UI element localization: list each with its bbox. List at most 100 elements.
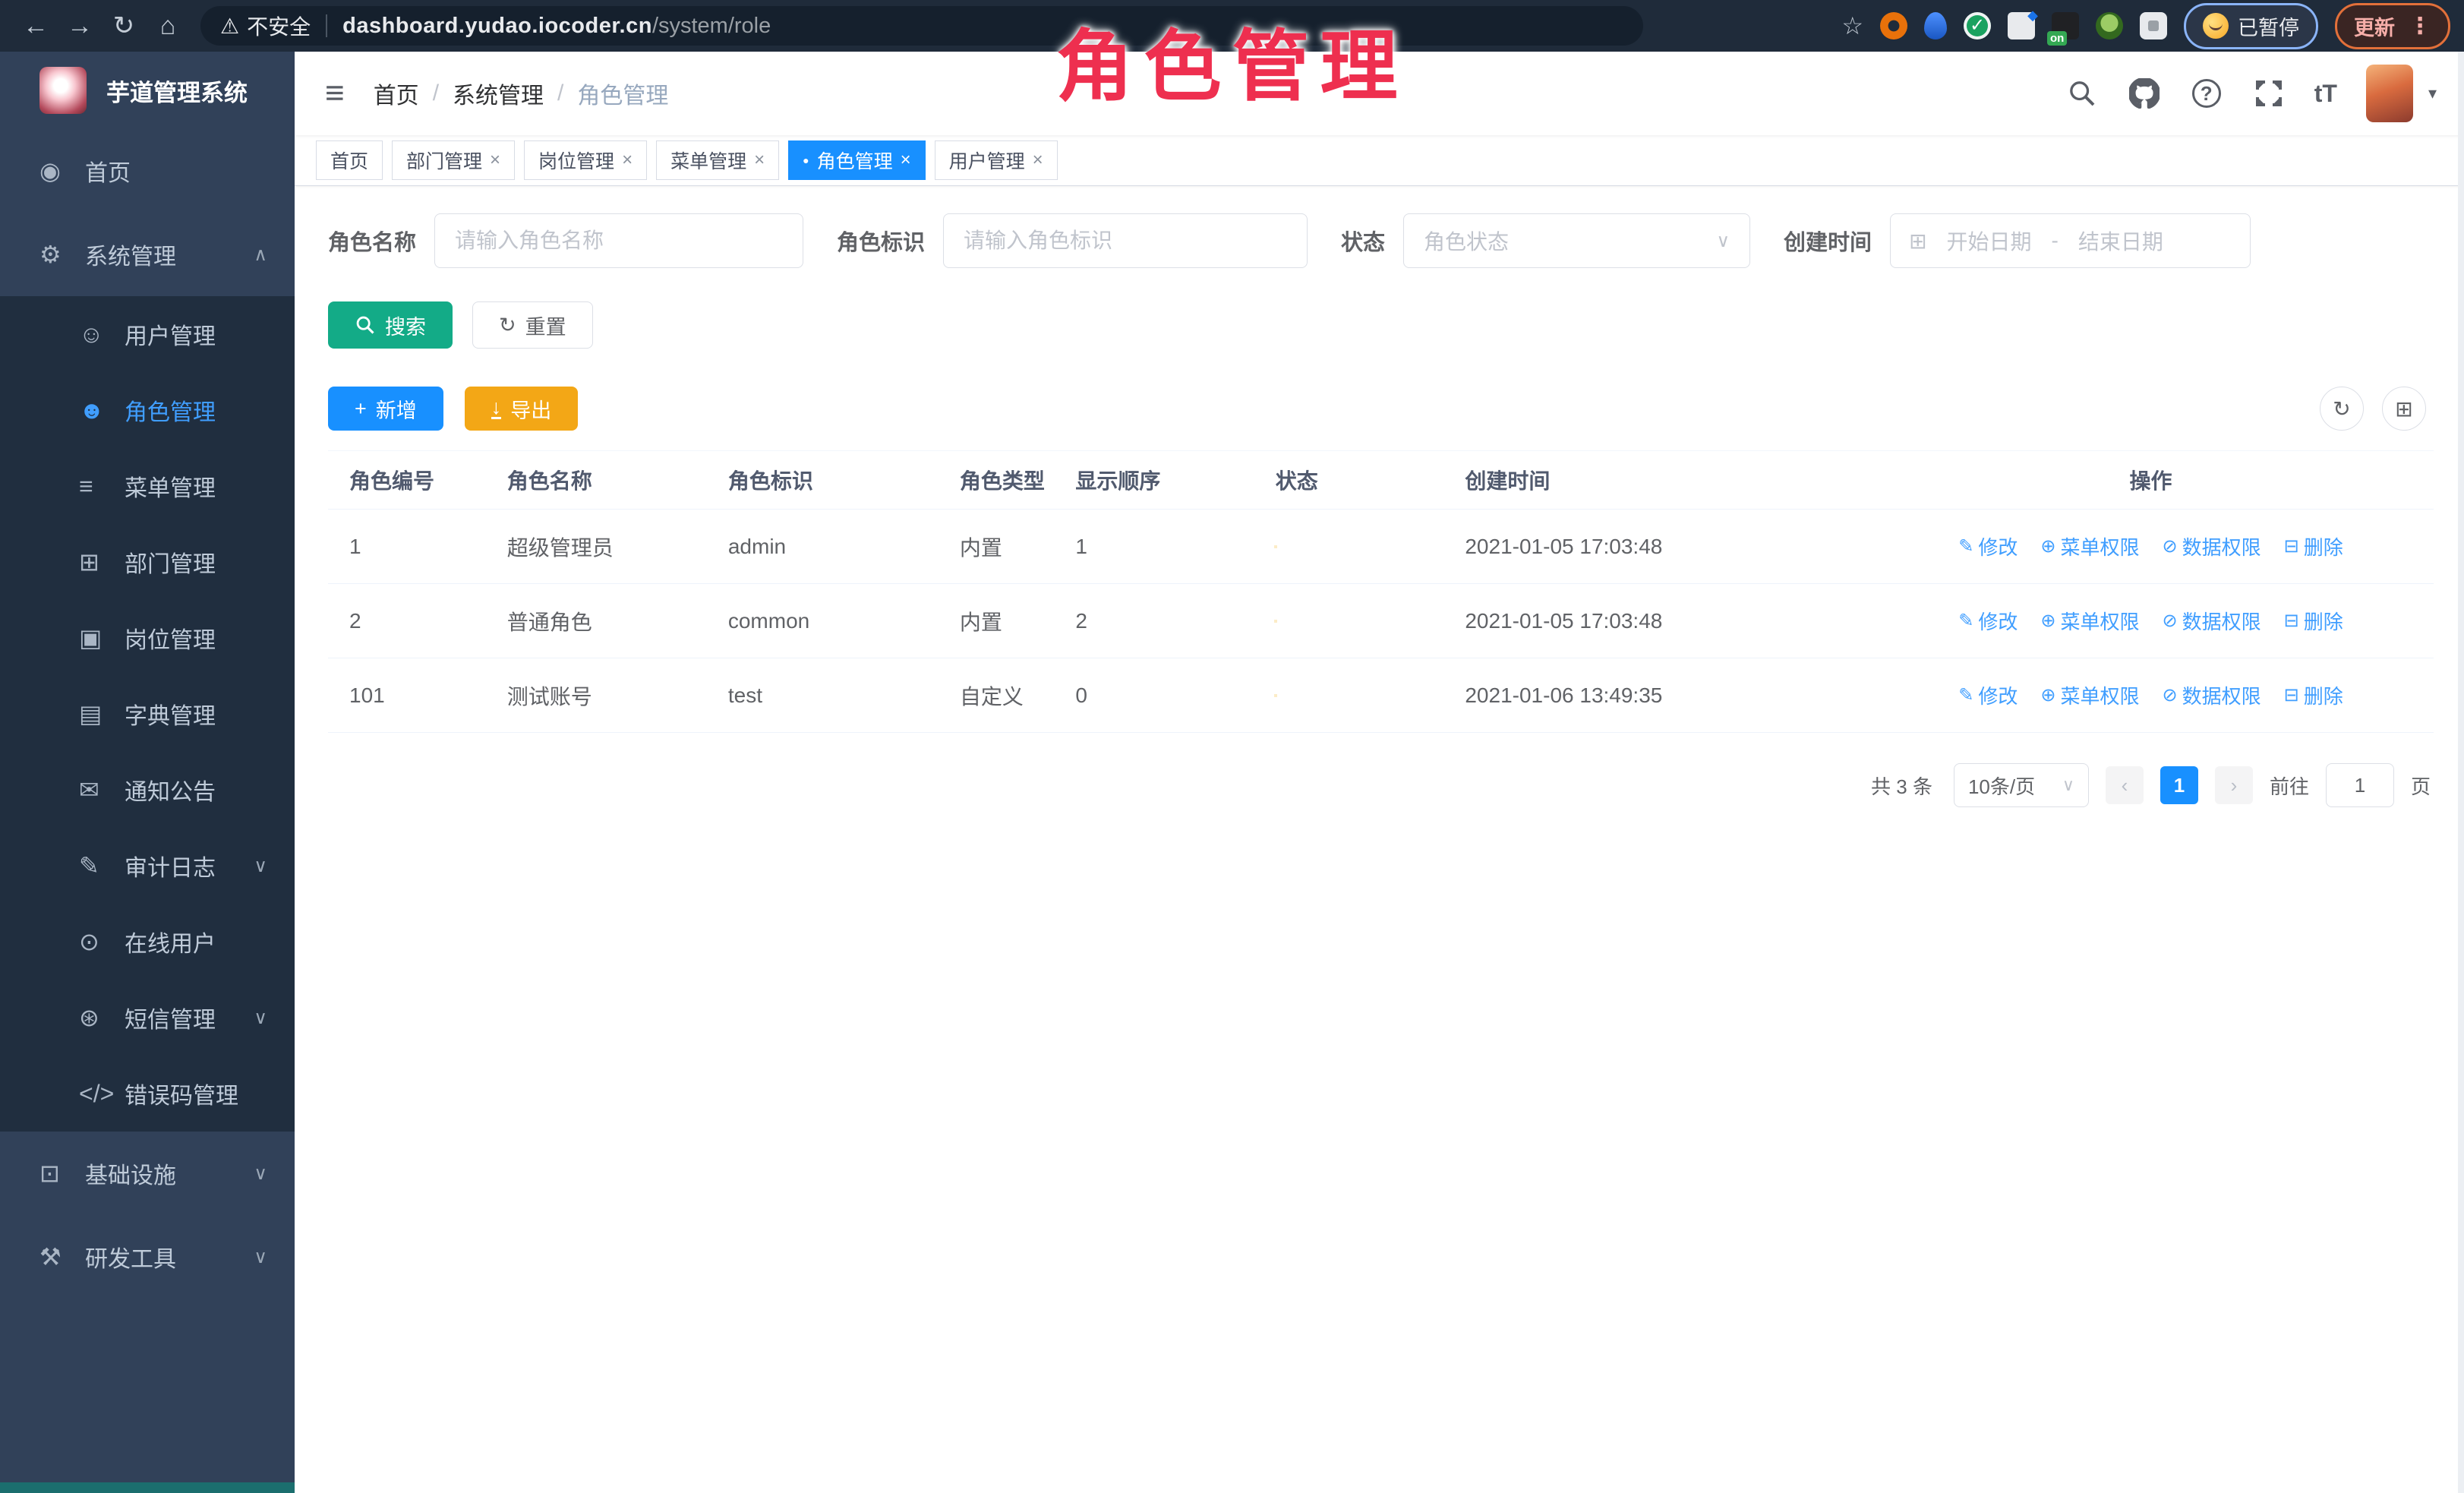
tab-close-icon[interactable]: × xyxy=(901,150,911,171)
data-permission-icon: ⊘ xyxy=(2163,535,2178,557)
sidebar-item-posts[interactable]: ▣ 岗位管理 xyxy=(0,600,295,676)
search-icon[interactable] xyxy=(2065,77,2099,110)
tab-close-icon[interactable]: × xyxy=(490,150,500,171)
edit-link[interactable]: ✎修改 xyxy=(1958,607,2018,635)
breadcrumb-separator: / xyxy=(433,80,439,106)
tab-posts[interactable]: 岗位管理 × xyxy=(524,140,647,180)
tab-close-icon[interactable]: × xyxy=(754,150,765,171)
role-order: 0 xyxy=(1075,683,1275,708)
edit-link[interactable]: ✎修改 xyxy=(1958,681,2018,709)
sidebar-item-infrastructure[interactable]: ⊡ 基础设施 ∨ xyxy=(0,1132,295,1215)
data-permission-link[interactable]: ⊘数据权限 xyxy=(2163,607,2261,635)
extension-icon[interactable] xyxy=(2096,12,2123,39)
sidebar-item-sms[interactable]: ⊛ 短信管理 ∨ xyxy=(0,980,295,1056)
sidebar-item-dictionary[interactable]: ▤ 字典管理 xyxy=(0,676,295,752)
sidebar-item-users[interactable]: ☺ 用户管理 xyxy=(0,296,295,372)
sidebar-item-notice[interactable]: ✉ 通知公告 xyxy=(0,752,295,828)
delete-link[interactable]: ⊟删除 xyxy=(2284,607,2343,635)
sidebar-item-dev-tools[interactable]: ⚒ 研发工具 ∨ xyxy=(0,1215,295,1299)
tab-roles[interactable]: ●角色管理× xyxy=(788,140,926,180)
edit-link[interactable]: ✎修改 xyxy=(1958,532,2018,560)
select-arrow-icon: ∨ xyxy=(1716,230,1730,252)
sidebar-item-error-codes[interactable]: </> 错误码管理 xyxy=(0,1056,295,1132)
date-range-picker[interactable]: ⊞ 开始日期 - 结束日期 xyxy=(1890,213,2251,268)
column-header: 角色编号 xyxy=(328,465,507,495)
sidebar-item-online-users[interactable]: ⊙ 在线用户 xyxy=(0,904,295,980)
delete-link[interactable]: ⊟删除 xyxy=(2284,681,2343,709)
fullscreen-icon[interactable] xyxy=(2252,77,2286,110)
sidebar-item-home[interactable]: ◉ 首页 xyxy=(0,129,295,213)
code-icon: </> xyxy=(79,1080,114,1108)
extension-icon[interactable] xyxy=(2008,12,2035,39)
data-permission-link[interactable]: ⊘数据权限 xyxy=(2163,681,2261,709)
breadcrumb-system[interactable]: 系统管理 xyxy=(453,77,544,110)
caret-down-icon[interactable]: ▾ xyxy=(2428,84,2437,103)
tab-close-icon[interactable]: × xyxy=(622,150,633,171)
reset-button[interactable]: ↻ 重置 xyxy=(472,301,593,349)
font-size-icon[interactable]: tT xyxy=(2314,80,2337,108)
export-button[interactable]: ↓ 导出 xyxy=(465,387,579,431)
breadcrumb-home[interactable]: 首页 xyxy=(374,77,419,110)
role-key-input[interactable] xyxy=(943,213,1308,268)
browser-menu-kebab-icon[interactable]: ⋮ xyxy=(2409,13,2431,39)
browser-home-icon[interactable]: ⌂ xyxy=(146,11,190,41)
create-time-label: 创建时间 xyxy=(1784,225,1872,257)
tab-users[interactable]: 用户管理× xyxy=(935,140,1058,180)
search-button[interactable]: 搜索 xyxy=(328,301,453,349)
menu-permission-link[interactable]: ⊕菜单权限 xyxy=(2040,532,2139,560)
omnibox-divider xyxy=(326,14,327,37)
menu-permission-link[interactable]: ⊕菜单权限 xyxy=(2040,607,2139,635)
github-icon[interactable] xyxy=(2128,77,2161,110)
current-page-button[interactable]: 1 xyxy=(2160,766,2198,804)
bookmark-star-icon[interactable]: ☆ xyxy=(1841,11,1863,40)
page-scrollbar[interactable] xyxy=(2458,52,2464,1493)
menu-permission-link[interactable]: ⊕菜单权限 xyxy=(2040,681,2139,709)
hamburger-icon[interactable]: ≡ xyxy=(325,77,345,110)
tab-label: 岗位管理 xyxy=(538,147,614,174)
sidebar-item-system[interactable]: ⚙ 系统管理 ∧ xyxy=(0,213,295,296)
refresh-button[interactable]: ↻ xyxy=(2320,387,2364,431)
app-logo-row[interactable]: 芋道管理系统 xyxy=(0,52,295,129)
delete-link[interactable]: ⊟删除 xyxy=(2284,532,2343,560)
data-permission-link[interactable]: ⊘数据权限 xyxy=(2163,532,2261,560)
add-button-label: 新增 xyxy=(376,394,417,424)
sidebar-item-audit-log[interactable]: ✎ 审计日志 ∨ xyxy=(0,828,295,904)
address-bar[interactable]: ⚠ 不安全 dashboard.yudao.iocoder.cn /system… xyxy=(200,6,1643,46)
column-header: 角色类型 xyxy=(960,465,1076,495)
tab-close-icon[interactable]: × xyxy=(1033,150,1043,171)
extension-icon[interactable] xyxy=(1880,12,1907,39)
tab-menus[interactable]: 菜单管理× xyxy=(656,140,779,180)
role-id: 1 xyxy=(328,535,507,559)
tab-home[interactable]: 首页 xyxy=(316,140,383,180)
calendar-icon: ⊞ xyxy=(1909,229,1926,254)
goto-page-input[interactable] xyxy=(2326,763,2394,807)
avatar[interactable] xyxy=(2366,65,2413,122)
browser-reload-icon[interactable]: ↻ xyxy=(102,11,146,41)
security-label[interactable]: 不安全 xyxy=(247,11,311,41)
extension-icon[interactable]: ✓ xyxy=(1964,12,1991,39)
data-permission-label: 数据权限 xyxy=(2182,532,2261,560)
browser-forward-icon[interactable]: → xyxy=(58,11,102,41)
extension-icon[interactable]: on xyxy=(2052,12,2079,39)
sidebar-item-label: 审计日志 xyxy=(125,849,216,882)
role-type: 自定义 xyxy=(960,680,1076,711)
delete-icon: ⊟ xyxy=(2284,684,2299,706)
browser-update-button[interactable]: 更新 ⋮ xyxy=(2335,3,2450,49)
next-page-button[interactable]: › xyxy=(2215,766,2253,804)
tab-departments[interactable]: 部门管理× xyxy=(392,140,515,180)
sidebar-item-menus[interactable]: ≡ 菜单管理 xyxy=(0,448,295,524)
prev-page-button[interactable]: ‹ xyxy=(2106,766,2144,804)
sidebar-item-roles[interactable]: ☻ 角色管理 xyxy=(0,372,295,448)
menu-list-icon: ≡ xyxy=(79,472,114,500)
help-icon[interactable]: ? xyxy=(2190,77,2223,110)
browser-back-icon[interactable]: ← xyxy=(14,11,58,41)
column-settings-button[interactable]: ⊞ xyxy=(2382,387,2426,431)
extensions-puzzle-icon[interactable] xyxy=(2140,12,2167,39)
add-button[interactable]: + 新增 xyxy=(328,387,443,431)
page-size-select[interactable]: 10条/页 ∨ xyxy=(1954,763,2089,807)
profile-paused-chip[interactable]: 已暂停 xyxy=(2184,3,2318,49)
status-select[interactable]: 角色状态 ∨ xyxy=(1403,213,1750,268)
role-name-input[interactable] xyxy=(434,213,803,268)
extension-icon[interactable] xyxy=(1924,12,1947,39)
sidebar-item-departments[interactable]: ⊞ 部门管理 xyxy=(0,524,295,600)
